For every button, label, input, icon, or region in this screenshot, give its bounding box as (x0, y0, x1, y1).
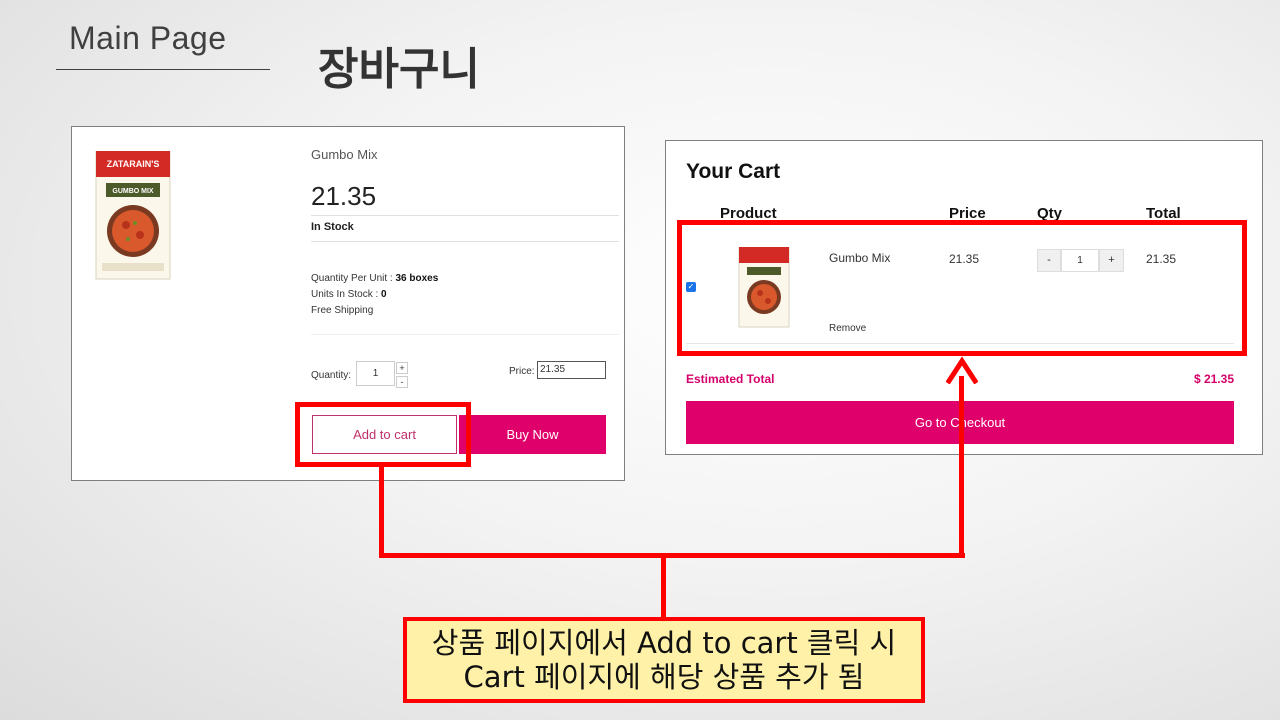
divider (311, 241, 619, 242)
buy-now-button[interactable]: Buy Now (459, 415, 606, 454)
stock-status: In Stock (311, 221, 354, 233)
connector-line (959, 376, 964, 558)
annotation-note: 상품 페이지에서 Add to cart 클릭 시 Cart 페이지에 해당 상… (403, 617, 925, 703)
detail-label: Units In Stock : (311, 289, 382, 300)
slide-title: 장바구니 (318, 44, 480, 95)
detail-label: Free Shipping (311, 305, 374, 316)
quantity-label: Quantity: (311, 370, 352, 381)
arrow-head-icon (946, 356, 978, 384)
estimated-total-value: $ 21.35 (1193, 372, 1234, 386)
detail-value: 0 (381, 289, 387, 300)
detail-value: 36 boxes (395, 273, 439, 284)
main-page-underline (56, 69, 270, 70)
annotation-line-1: 상품 페이지에서 Add to cart 클릭 시 (431, 626, 897, 660)
quantity-per-unit: Quantity Per Unit : 36 boxes (311, 273, 438, 284)
highlight-add-to-cart (295, 402, 471, 467)
connector-line (379, 553, 965, 558)
box-product-text: GUMBO MIX (112, 188, 154, 195)
price-field[interactable]: 21.35 (537, 361, 606, 379)
divider (311, 215, 619, 216)
free-shipping: Free Shipping (311, 305, 373, 316)
quantity-increment-button[interactable]: + (396, 362, 408, 374)
highlight-cart-item (677, 220, 1247, 356)
annotation-line-2: Cart 페이지에 해당 상품 추가 됨 (463, 660, 865, 694)
divider (311, 334, 619, 335)
estimated-total-label: Estimated Total (686, 372, 775, 386)
price-label: Price: (509, 366, 535, 377)
main-page-label: Main Page (69, 20, 227, 56)
quantity-decrement-button[interactable]: - (396, 376, 408, 388)
box-brand-text: ZATARAIN'S (107, 159, 160, 169)
connector-line (661, 557, 666, 617)
product-price: 21.35 (311, 181, 377, 211)
product-box-image: ZATARAIN'S GUMBO MIX (95, 151, 171, 280)
quantity-input[interactable]: 1 (356, 361, 395, 386)
units-in-stock: Units In Stock : 0 (311, 289, 387, 300)
product-name: Gumbo Mix (311, 147, 378, 162)
connector-line (379, 467, 384, 557)
cart-title: Your Cart (686, 160, 781, 183)
detail-label: Quantity Per Unit : (311, 273, 396, 284)
